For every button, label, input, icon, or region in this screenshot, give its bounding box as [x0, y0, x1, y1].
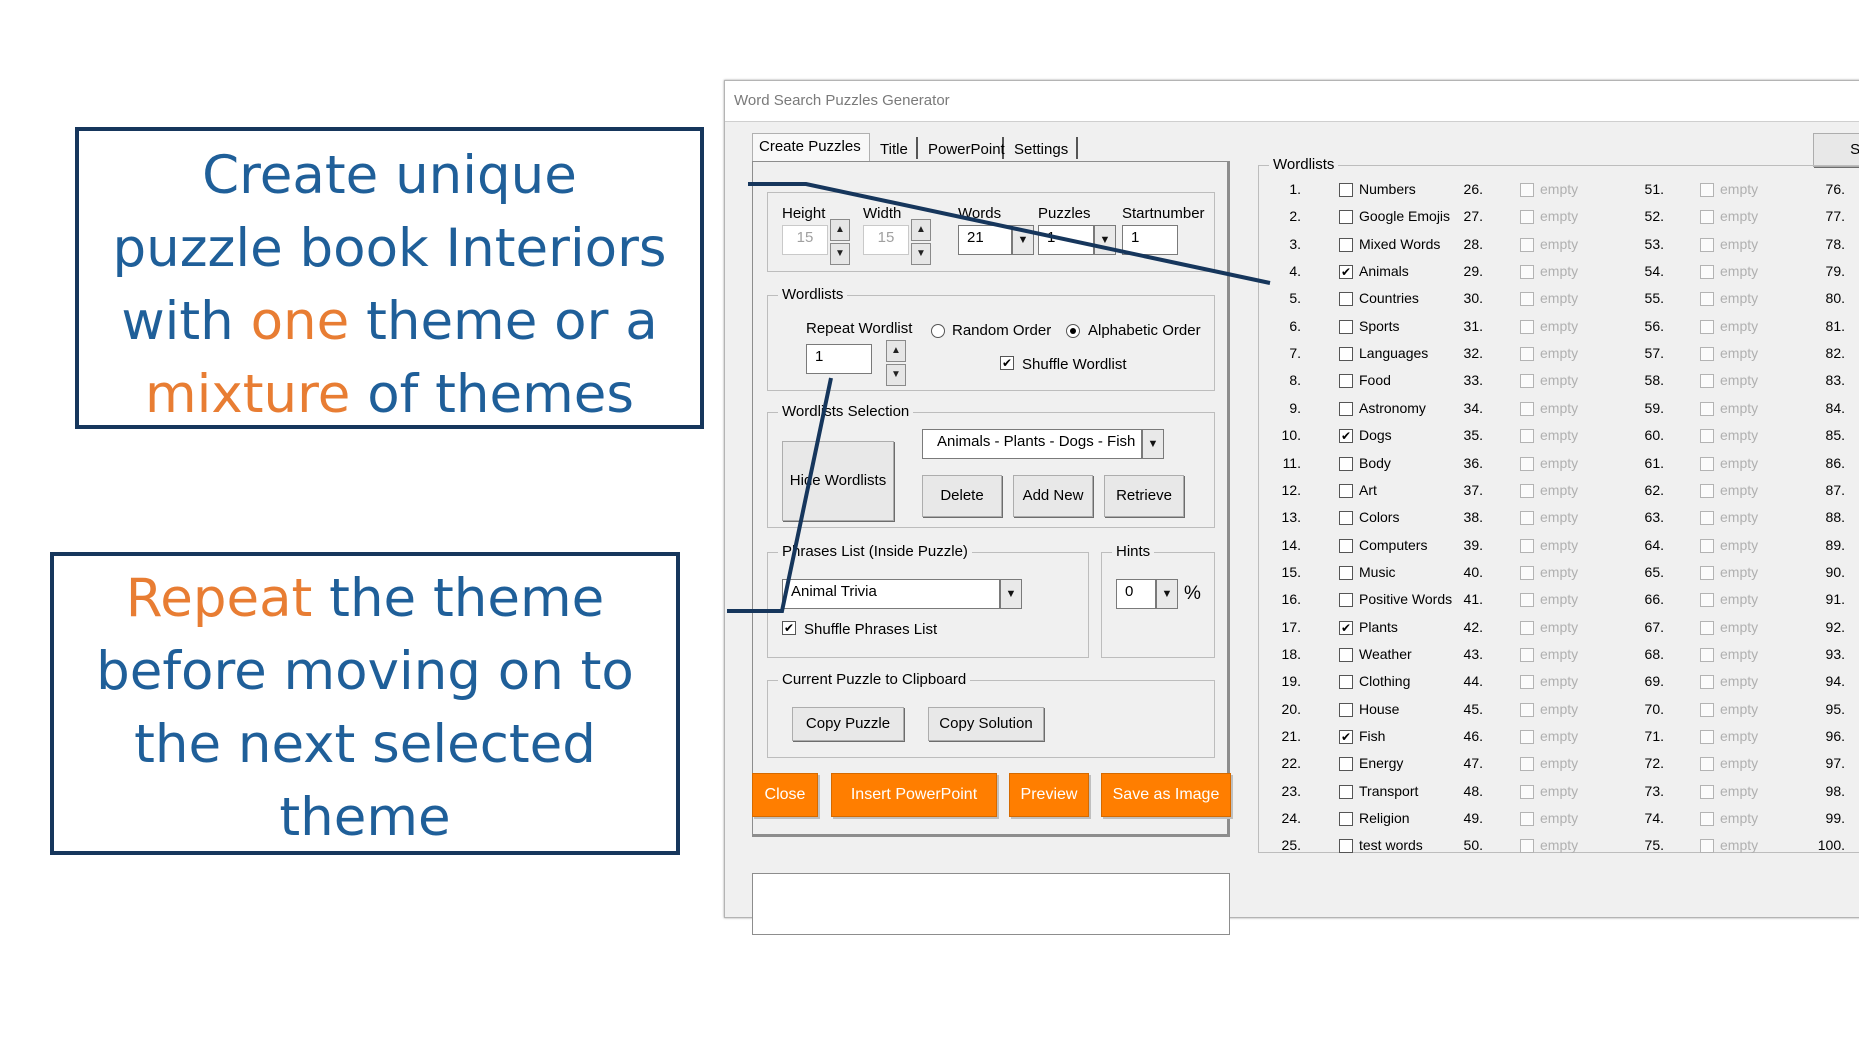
connector-line-themes	[748, 182, 1271, 285]
connector-line-repeat	[727, 377, 833, 613]
connector-lines	[727, 182, 1271, 613]
